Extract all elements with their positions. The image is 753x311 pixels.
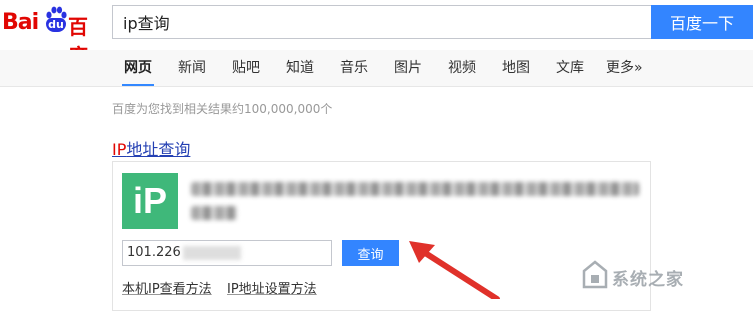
ip-title-rest: 地址查询: [126, 140, 191, 159]
ip-title-prefix: IP: [112, 140, 127, 159]
result-count: 百度为您找到相关结果约100,000,000个: [112, 102, 333, 116]
search-input[interactable]: [113, 6, 651, 38]
watermark-text: 系统之家: [612, 270, 684, 290]
ip-input[interactable]: 101.226: [122, 240, 332, 266]
search-box[interactable]: [112, 5, 651, 39]
tab-images[interactable]: 图片: [394, 50, 422, 86]
header-bar: Bai du 百度 百度一下: [0, 0, 753, 68]
xitongzhijia-watermark: 系统之家: [568, 252, 753, 299]
logo-bai-text: Bai: [2, 10, 39, 35]
ip-lookup-title-link[interactable]: IP地址查询: [112, 136, 190, 160]
logo-du-text: du: [46, 18, 66, 32]
red-arrow-annotation: [409, 241, 500, 299]
tab-tieba[interactable]: 贴吧: [232, 50, 260, 86]
blurred-ip-info: [191, 178, 641, 226]
tab-zhidao[interactable]: 知道: [286, 50, 314, 86]
tab-map[interactable]: 地图: [502, 50, 530, 86]
search-button[interactable]: 百度一下: [651, 5, 753, 39]
ip-settings-help-link[interactable]: IP地址设置方法: [227, 278, 317, 297]
tab-web[interactable]: 网页: [122, 50, 154, 86]
nav-tabs: 网页 新闻 贴吧 知道 音乐 图片 视频 地图 文库 更多»: [0, 50, 753, 87]
tab-video[interactable]: 视频: [448, 50, 476, 86]
query-button[interactable]: 查询: [342, 240, 399, 266]
masked-ip-part: [182, 245, 241, 260]
local-ip-help-link[interactable]: 本机IP查看方法: [122, 278, 212, 297]
ip-input-value: 101.226: [127, 245, 181, 260]
baidu-logo[interactable]: Bai du 百度: [2, 6, 107, 68]
tab-more[interactable]: 更多»: [606, 50, 643, 86]
tab-wenku[interactable]: 文库: [556, 50, 584, 86]
tab-news[interactable]: 新闻: [178, 50, 206, 86]
ip-logo-icon: iP: [122, 173, 178, 229]
house-icon: [582, 260, 608, 289]
tab-music[interactable]: 音乐: [340, 50, 368, 86]
